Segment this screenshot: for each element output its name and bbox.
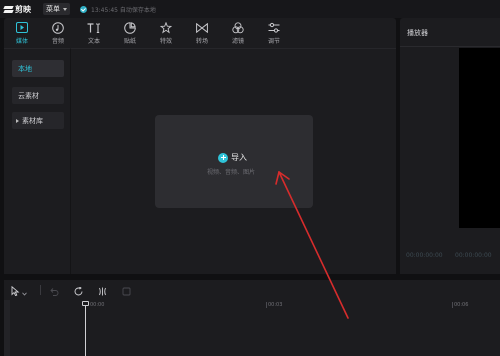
annotation-arrow bbox=[275, 171, 349, 319]
